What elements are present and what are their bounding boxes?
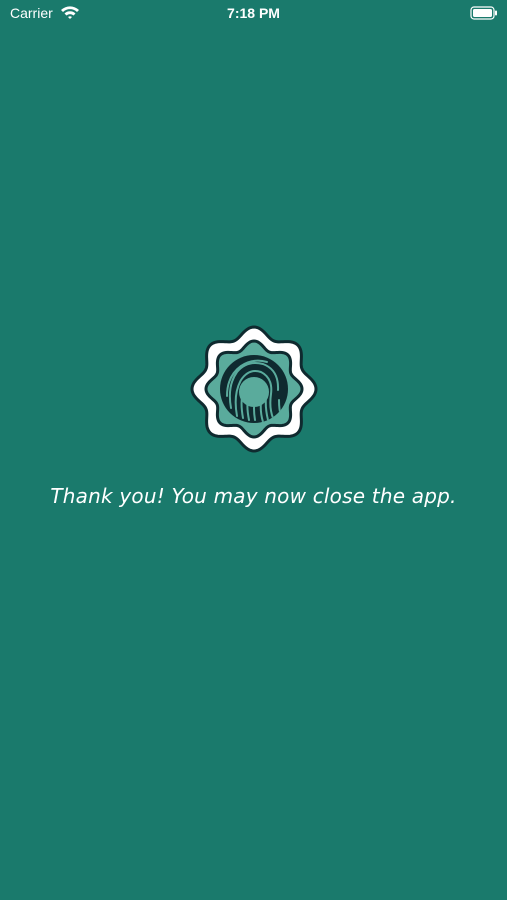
fingerprint-badge-icon	[189, 324, 319, 454]
thank-you-message: Thank you! You may now close the app.	[50, 484, 457, 508]
status-time: 7:18 PM	[227, 5, 280, 21]
battery-icon	[470, 6, 498, 25]
status-bar: Carrier 7:18 PM	[0, 0, 507, 28]
